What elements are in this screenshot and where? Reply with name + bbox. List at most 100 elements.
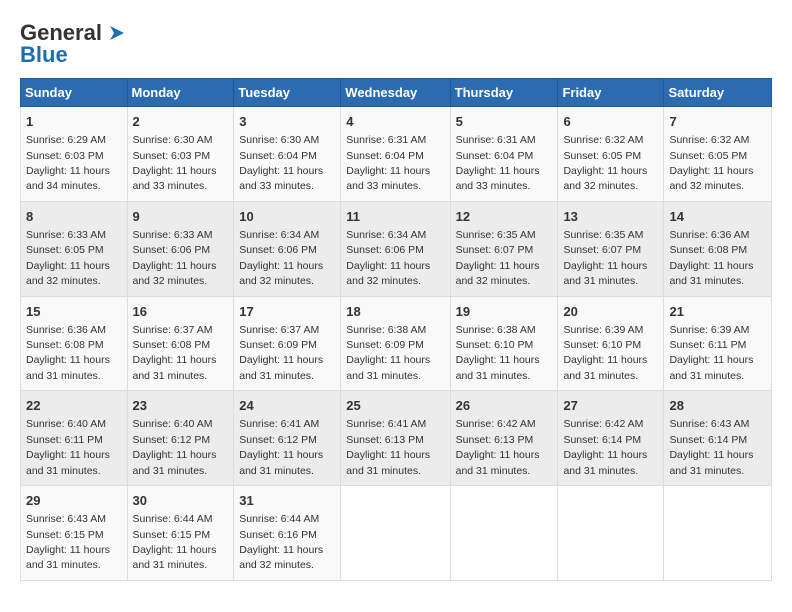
calendar-cell: 1 Sunrise: 6:29 AMSunset: 6:03 PMDayligh…: [21, 107, 128, 202]
day-number: 26: [456, 397, 553, 415]
day-info: Sunrise: 6:42 AMSunset: 6:13 PMDaylight:…: [456, 418, 540, 476]
day-number: 3: [239, 113, 335, 131]
day-info: Sunrise: 6:37 AMSunset: 6:08 PMDaylight:…: [133, 324, 217, 382]
calendar-cell: 6 Sunrise: 6:32 AMSunset: 6:05 PMDayligh…: [558, 107, 664, 202]
weekday-header: Wednesday: [341, 79, 450, 107]
day-number: 15: [26, 303, 122, 321]
weekday-header: Tuesday: [234, 79, 341, 107]
day-info: Sunrise: 6:32 AMSunset: 6:05 PMDaylight:…: [669, 134, 753, 192]
logo-blue: Blue: [20, 42, 68, 68]
day-number: 18: [346, 303, 444, 321]
day-number: 25: [346, 397, 444, 415]
day-number: 1: [26, 113, 122, 131]
weekday-header: Sunday: [21, 79, 128, 107]
day-number: 19: [456, 303, 553, 321]
day-info: Sunrise: 6:43 AMSunset: 6:14 PMDaylight:…: [669, 418, 753, 476]
day-number: 5: [456, 113, 553, 131]
day-info: Sunrise: 6:41 AMSunset: 6:13 PMDaylight:…: [346, 418, 430, 476]
day-number: 30: [133, 492, 229, 510]
calendar-cell: [664, 486, 772, 581]
page-header: General Blue: [20, 20, 772, 68]
weekday-header: Monday: [127, 79, 234, 107]
calendar-week-row: 22 Sunrise: 6:40 AMSunset: 6:11 PMDaylig…: [21, 391, 772, 486]
day-number: 21: [669, 303, 766, 321]
calendar-cell: [450, 486, 558, 581]
day-number: 27: [563, 397, 658, 415]
day-info: Sunrise: 6:31 AMSunset: 6:04 PMDaylight:…: [456, 134, 540, 192]
calendar-cell: 7 Sunrise: 6:32 AMSunset: 6:05 PMDayligh…: [664, 107, 772, 202]
day-info: Sunrise: 6:35 AMSunset: 6:07 PMDaylight:…: [563, 229, 647, 287]
day-info: Sunrise: 6:39 AMSunset: 6:11 PMDaylight:…: [669, 324, 753, 382]
calendar-cell: 18 Sunrise: 6:38 AMSunset: 6:09 PMDaylig…: [341, 296, 450, 391]
weekday-header: Saturday: [664, 79, 772, 107]
calendar-cell: 24 Sunrise: 6:41 AMSunset: 6:12 PMDaylig…: [234, 391, 341, 486]
calendar-week-row: 29 Sunrise: 6:43 AMSunset: 6:15 PMDaylig…: [21, 486, 772, 581]
day-number: 29: [26, 492, 122, 510]
calendar-cell: 16 Sunrise: 6:37 AMSunset: 6:08 PMDaylig…: [127, 296, 234, 391]
calendar-cell: 10 Sunrise: 6:34 AMSunset: 6:06 PMDaylig…: [234, 201, 341, 296]
calendar-cell: 3 Sunrise: 6:30 AMSunset: 6:04 PMDayligh…: [234, 107, 341, 202]
calendar-cell: 21 Sunrise: 6:39 AMSunset: 6:11 PMDaylig…: [664, 296, 772, 391]
calendar-cell: 2 Sunrise: 6:30 AMSunset: 6:03 PMDayligh…: [127, 107, 234, 202]
day-number: 23: [133, 397, 229, 415]
calendar-cell: 11 Sunrise: 6:34 AMSunset: 6:06 PMDaylig…: [341, 201, 450, 296]
day-number: 2: [133, 113, 229, 131]
calendar-table: SundayMondayTuesdayWednesdayThursdayFrid…: [20, 78, 772, 581]
day-info: Sunrise: 6:37 AMSunset: 6:09 PMDaylight:…: [239, 324, 323, 382]
day-info: Sunrise: 6:34 AMSunset: 6:06 PMDaylight:…: [346, 229, 430, 287]
day-number: 28: [669, 397, 766, 415]
day-info: Sunrise: 6:42 AMSunset: 6:14 PMDaylight:…: [563, 418, 647, 476]
calendar-cell: 15 Sunrise: 6:36 AMSunset: 6:08 PMDaylig…: [21, 296, 128, 391]
calendar-header-row: SundayMondayTuesdayWednesdayThursdayFrid…: [21, 79, 772, 107]
calendar-cell: 20 Sunrise: 6:39 AMSunset: 6:10 PMDaylig…: [558, 296, 664, 391]
logo: General Blue: [20, 20, 126, 68]
calendar-cell: 22 Sunrise: 6:40 AMSunset: 6:11 PMDaylig…: [21, 391, 128, 486]
day-number: 6: [563, 113, 658, 131]
calendar-cell: 17 Sunrise: 6:37 AMSunset: 6:09 PMDaylig…: [234, 296, 341, 391]
day-info: Sunrise: 6:32 AMSunset: 6:05 PMDaylight:…: [563, 134, 647, 192]
day-number: 20: [563, 303, 658, 321]
day-info: Sunrise: 6:30 AMSunset: 6:03 PMDaylight:…: [133, 134, 217, 192]
calendar-cell: 13 Sunrise: 6:35 AMSunset: 6:07 PMDaylig…: [558, 201, 664, 296]
day-number: 11: [346, 208, 444, 226]
calendar-cell: 27 Sunrise: 6:42 AMSunset: 6:14 PMDaylig…: [558, 391, 664, 486]
day-number: 4: [346, 113, 444, 131]
day-number: 13: [563, 208, 658, 226]
day-number: 24: [239, 397, 335, 415]
day-info: Sunrise: 6:41 AMSunset: 6:12 PMDaylight:…: [239, 418, 323, 476]
day-number: 12: [456, 208, 553, 226]
day-info: Sunrise: 6:30 AMSunset: 6:04 PMDaylight:…: [239, 134, 323, 192]
calendar-cell: 23 Sunrise: 6:40 AMSunset: 6:12 PMDaylig…: [127, 391, 234, 486]
day-number: 16: [133, 303, 229, 321]
day-info: Sunrise: 6:29 AMSunset: 6:03 PMDaylight:…: [26, 134, 110, 192]
calendar-cell: 14 Sunrise: 6:36 AMSunset: 6:08 PMDaylig…: [664, 201, 772, 296]
calendar-cell: 28 Sunrise: 6:43 AMSunset: 6:14 PMDaylig…: [664, 391, 772, 486]
weekday-header: Friday: [558, 79, 664, 107]
calendar-cell: [558, 486, 664, 581]
calendar-week-row: 1 Sunrise: 6:29 AMSunset: 6:03 PMDayligh…: [21, 107, 772, 202]
calendar-cell: 26 Sunrise: 6:42 AMSunset: 6:13 PMDaylig…: [450, 391, 558, 486]
calendar-cell: 8 Sunrise: 6:33 AMSunset: 6:05 PMDayligh…: [21, 201, 128, 296]
calendar-cell: 31 Sunrise: 6:44 AMSunset: 6:16 PMDaylig…: [234, 486, 341, 581]
day-info: Sunrise: 6:31 AMSunset: 6:04 PMDaylight:…: [346, 134, 430, 192]
day-info: Sunrise: 6:36 AMSunset: 6:08 PMDaylight:…: [669, 229, 753, 287]
day-info: Sunrise: 6:40 AMSunset: 6:11 PMDaylight:…: [26, 418, 110, 476]
day-number: 9: [133, 208, 229, 226]
day-info: Sunrise: 6:34 AMSunset: 6:06 PMDaylight:…: [239, 229, 323, 287]
logo-icon: [104, 22, 126, 44]
calendar-cell: 9 Sunrise: 6:33 AMSunset: 6:06 PMDayligh…: [127, 201, 234, 296]
day-info: Sunrise: 6:44 AMSunset: 6:16 PMDaylight:…: [239, 513, 323, 571]
calendar-week-row: 8 Sunrise: 6:33 AMSunset: 6:05 PMDayligh…: [21, 201, 772, 296]
calendar-cell: 12 Sunrise: 6:35 AMSunset: 6:07 PMDaylig…: [450, 201, 558, 296]
day-info: Sunrise: 6:40 AMSunset: 6:12 PMDaylight:…: [133, 418, 217, 476]
day-info: Sunrise: 6:36 AMSunset: 6:08 PMDaylight:…: [26, 324, 110, 382]
weekday-header: Thursday: [450, 79, 558, 107]
day-info: Sunrise: 6:38 AMSunset: 6:09 PMDaylight:…: [346, 324, 430, 382]
day-number: 8: [26, 208, 122, 226]
day-number: 31: [239, 492, 335, 510]
calendar-cell: 29 Sunrise: 6:43 AMSunset: 6:15 PMDaylig…: [21, 486, 128, 581]
calendar-week-row: 15 Sunrise: 6:36 AMSunset: 6:08 PMDaylig…: [21, 296, 772, 391]
day-number: 17: [239, 303, 335, 321]
calendar-cell: 30 Sunrise: 6:44 AMSunset: 6:15 PMDaylig…: [127, 486, 234, 581]
calendar-cell: 25 Sunrise: 6:41 AMSunset: 6:13 PMDaylig…: [341, 391, 450, 486]
